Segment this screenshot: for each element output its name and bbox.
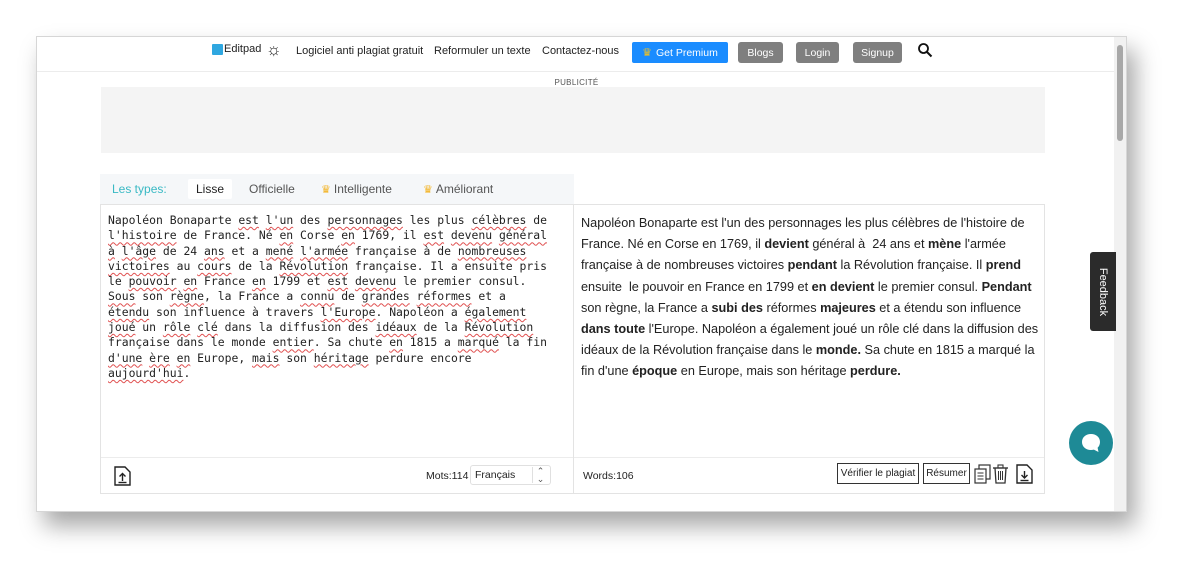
copy-icon[interactable] <box>974 464 991 484</box>
ad-banner <box>101 87 1045 153</box>
output-word-count: Words:106 <box>583 470 634 482</box>
ad-label: PUBLICITÉ <box>554 78 599 87</box>
select-arrows-icon: ⌃ ⌄ <box>532 467 548 484</box>
sun-icon[interactable]: ☼ <box>266 41 282 58</box>
trash-icon[interactable] <box>992 464 1009 484</box>
signup-button[interactable]: Signup <box>853 42 902 63</box>
input-word-count: Mots:114 <box>426 470 469 482</box>
scrollbar-thumb[interactable] <box>1117 45 1123 141</box>
browser-window: Editpad ☼ Logiciel anti plagiat gratuit … <box>36 36 1127 512</box>
mode-tabs: Les types: Lisse Officielle ♛ Intelligen… <box>100 174 574 204</box>
output-panel: Napoléon Bonaparte est l'un des personna… <box>573 204 1045 494</box>
check-plagiarism-button[interactable]: Vérifier le plagiat <box>837 463 919 484</box>
logo-text: Editpad <box>224 43 262 55</box>
search-icon[interactable] <box>917 42 933 58</box>
get-premium-button[interactable]: ♛ Get Premium <box>632 42 728 63</box>
login-button[interactable]: Login <box>796 42 839 63</box>
language-select[interactable]: Français ⌃ ⌄ <box>470 465 551 485</box>
crown-icon: ♛ <box>423 183 433 196</box>
tab-intelligente[interactable]: ♛ Intelligente <box>321 179 392 199</box>
feedback-tab[interactable]: Feedback <box>1090 252 1116 331</box>
output-footer: Words:106 Vérifier le plagiat Résumer <box>574 457 1044 493</box>
nav-link-plagiarism[interactable]: Logiciel anti plagiat gratuit <box>296 45 423 57</box>
crown-icon: ♛ <box>642 47 652 59</box>
tab-officielle[interactable]: Officielle <box>249 179 295 199</box>
chat-bubble-icon <box>1082 434 1100 452</box>
crown-icon: ♛ <box>321 183 331 196</box>
tab-lisse[interactable]: Lisse <box>188 179 233 199</box>
logo[interactable]: Editpad <box>212 43 261 55</box>
nav-link-contact[interactable]: Contactez-nous <box>542 45 619 57</box>
download-icon[interactable] <box>1016 464 1033 484</box>
input-textarea[interactable]: Napoléon Bonaparte est l'un des personna… <box>108 213 568 381</box>
upload-icon[interactable] <box>114 466 131 486</box>
output-text: Napoléon Bonaparte est l'un des personna… <box>581 216 1039 379</box>
summarize-button[interactable]: Résumer <box>923 463 970 484</box>
chat-button[interactable] <box>1069 421 1113 465</box>
blogs-button[interactable]: Blogs <box>738 42 783 63</box>
input-panel: Napoléon Bonaparte est l'un des personna… <box>100 204 574 494</box>
top-navbar: Editpad ☼ Logiciel anti plagiat gratuit … <box>37 37 1116 72</box>
tab-ameliorant[interactable]: ♛ Améliorant <box>423 179 493 199</box>
nav-link-rephrase[interactable]: Reformuler un texte <box>434 45 531 57</box>
input-footer: Mots:114 Français ⌃ ⌄ <box>101 457 573 493</box>
logo-icon <box>212 43 223 55</box>
tabs-title: Les types: <box>112 182 167 196</box>
